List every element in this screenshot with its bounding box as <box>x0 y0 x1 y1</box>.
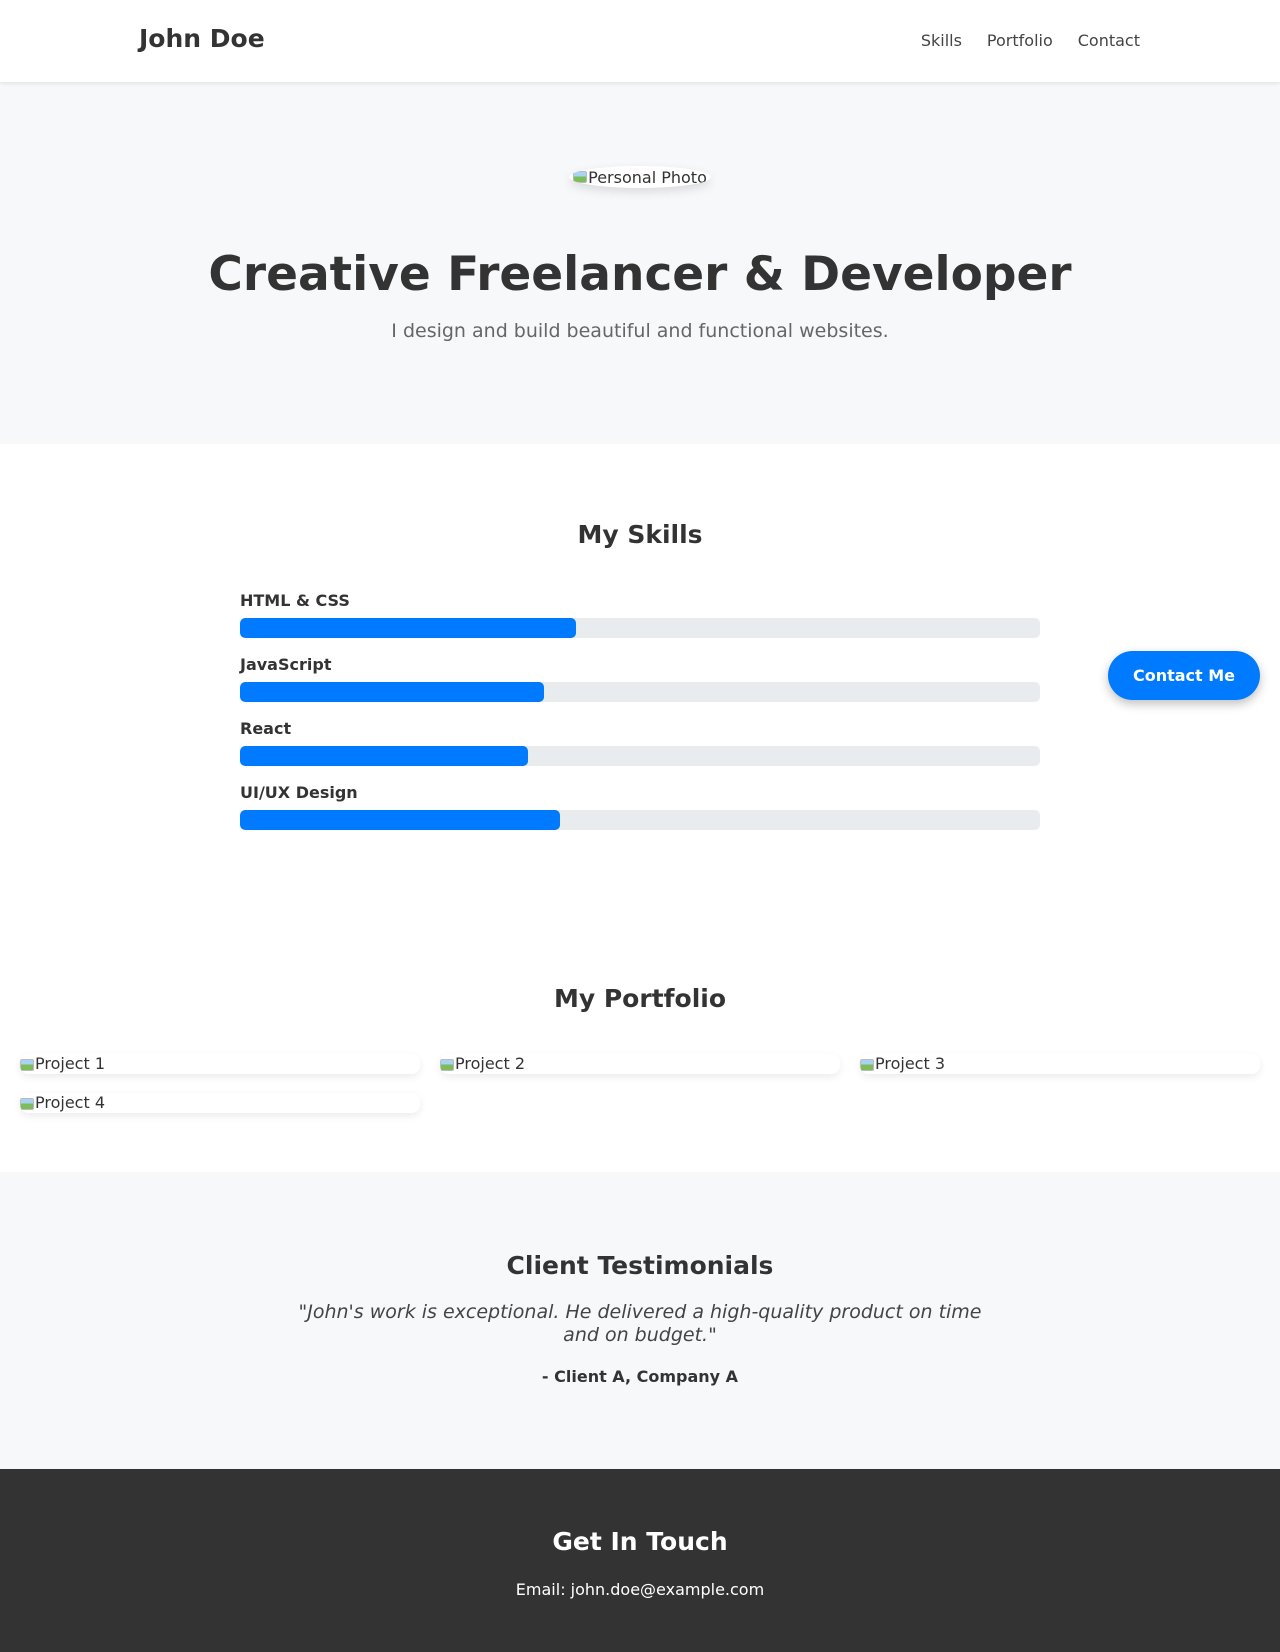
project-card-4[interactable]: Project 4 <box>20 1093 420 1113</box>
main-nav: Skills Portfolio Contact <box>921 31 1140 50</box>
skill-progress-fill <box>240 618 576 638</box>
testimonial-quote: "John's work is exceptional. He delivere… <box>298 1301 982 1346</box>
footer-title: Get In Touch <box>552 1527 728 1556</box>
skill-ui-ux-design: UI/UX Design <box>240 783 1040 830</box>
skill-progress-track <box>240 746 1040 766</box>
skill-react: React <box>240 719 1040 766</box>
skill-label: UI/UX Design <box>240 783 358 802</box>
skill-progress-fill <box>240 682 544 702</box>
skill-progress-track <box>240 682 1040 702</box>
contact-footer: Get In Touch Email: john.doe@example.com <box>0 1469 1280 1652</box>
hero-subtitle: I design and build beautiful and functio… <box>391 320 889 342</box>
skill-label: React <box>240 719 292 738</box>
skill-progress-fill <box>240 746 528 766</box>
portfolio-title: My Portfolio <box>553 984 727 1013</box>
broken-image-icon <box>440 1058 454 1071</box>
testimonial-author: - Client A, Company A <box>541 1367 739 1386</box>
hero-title: Creative Freelancer & Developer <box>208 247 1072 302</box>
testimonials-title: Client Testimonials <box>506 1251 774 1280</box>
broken-image-icon <box>860 1058 874 1071</box>
project-image-alt: Project 3 <box>875 1054 946 1073</box>
project-image-alt: Project 4 <box>35 1093 106 1112</box>
skill-label: HTML & CSS <box>240 591 350 610</box>
project-card-1[interactable]: Project 1 <box>20 1054 420 1074</box>
skill-progress-fill <box>240 810 560 830</box>
testimonials-section: Client Testimonials "John's work is exce… <box>0 1172 1280 1469</box>
nav-link-skills[interactable]: Skills <box>921 31 962 50</box>
skill-progress-track <box>240 618 1040 638</box>
brand-name[interactable]: John Doe <box>139 24 265 53</box>
broken-image-icon <box>573 171 588 183</box>
skill-html-css: HTML & CSS <box>240 591 1040 638</box>
project-card-2[interactable]: Project 2 <box>440 1054 840 1074</box>
project-image-alt: Project 2 <box>455 1054 526 1073</box>
project-card-3[interactable]: Project 3 <box>860 1054 1260 1074</box>
contact-me-button[interactable]: Contact Me <box>1108 651 1260 700</box>
broken-image-icon <box>20 1058 34 1071</box>
personal-photo-alt: Personal Photo <box>588 167 707 187</box>
project-image-alt: Project 1 <box>35 1054 106 1073</box>
skill-progress-track <box>240 810 1040 830</box>
broken-image-icon <box>20 1097 34 1110</box>
footer-email[interactable]: Email: john.doe@example.com <box>0 1580 1280 1599</box>
nav-link-portfolio[interactable]: Portfolio <box>987 31 1053 50</box>
site-header: John Doe Skills Portfolio Contact <box>0 0 1280 82</box>
personal-photo: Personal Photo <box>569 166 711 188</box>
skills-title: My Skills <box>577 520 703 549</box>
skill-javascript: JavaScript <box>240 655 1040 702</box>
hero-section: Personal Photo Creative Freelancer & Dev… <box>0 82 1280 444</box>
skill-label: JavaScript <box>240 655 332 674</box>
nav-link-contact[interactable]: Contact <box>1078 31 1140 50</box>
